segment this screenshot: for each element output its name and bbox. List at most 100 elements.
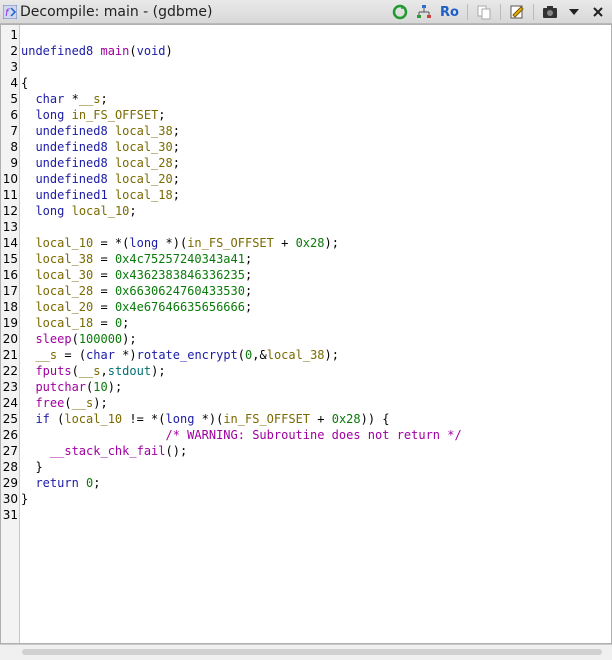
- close-icon[interactable]: [588, 2, 608, 22]
- code-token[interactable]: in_FS_OFFSET: [72, 108, 159, 122]
- code-text[interactable]: long local_10;: [21, 203, 136, 219]
- code-line[interactable]: 21 __s = (char *)rotate_encrypt(0,&local…: [1, 347, 611, 363]
- code-token[interactable]: free: [35, 396, 64, 410]
- code-line[interactable]: 6 long in_FS_OFFSET;: [1, 107, 611, 123]
- menu-dropdown-icon[interactable]: [564, 2, 584, 22]
- code-token[interactable]: local_20: [35, 300, 93, 314]
- graph-icon[interactable]: [414, 2, 434, 22]
- code-line[interactable]: 1: [1, 27, 611, 43]
- code-text[interactable]: local_20 = 0x4e67646635656666;: [21, 299, 252, 315]
- read-only-toggle[interactable]: Ro: [438, 2, 461, 22]
- code-text[interactable]: undefined8 local_20;: [21, 171, 180, 187]
- code-text[interactable]: /* WARNING: Subroutine does not return *…: [21, 427, 462, 443]
- code-text[interactable]: putchar(10);: [21, 379, 122, 395]
- code-token[interactable]: local_28: [35, 284, 93, 298]
- code-text[interactable]: return 0;: [21, 475, 100, 491]
- code-line[interactable]: 16 local_30 = 0x4362383846336235;: [1, 267, 611, 283]
- code-token[interactable]: fputs: [35, 364, 71, 378]
- code-text[interactable]: local_38 = 0x4c75257240343a41;: [21, 251, 252, 267]
- code-text[interactable]: undefined8 main(void): [21, 43, 173, 59]
- code-token[interactable]: in_FS_OFFSET: [223, 412, 310, 426]
- code-line[interactable]: 23 putchar(10);: [1, 379, 611, 395]
- code-text[interactable]: undefined8 local_38;: [21, 123, 180, 139]
- code-token[interactable]: local_38: [267, 348, 325, 362]
- code-line[interactable]: 5 char *__s;: [1, 91, 611, 107]
- code-line[interactable]: 13: [1, 219, 611, 235]
- code-text[interactable]: __stack_chk_fail();: [21, 443, 187, 459]
- code-line[interactable]: 11 undefined1 local_18;: [1, 187, 611, 203]
- code-line[interactable]: 2 undefined8 main(void): [1, 43, 611, 59]
- code-text[interactable]: local_28 = 0x6630624760433530;: [21, 283, 252, 299]
- code-token[interactable]: local_10: [72, 204, 130, 218]
- code-line[interactable]: 12 long local_10;: [1, 203, 611, 219]
- code-line[interactable]: 9 undefined8 local_28;: [1, 155, 611, 171]
- code-token[interactable]: local_18: [115, 188, 173, 202]
- code-token[interactable]: local_20: [115, 172, 173, 186]
- code-text[interactable]: undefined8 local_28;: [21, 155, 180, 171]
- copy-icon[interactable]: [474, 2, 494, 22]
- code-token[interactable]: local_10: [64, 412, 122, 426]
- code-line[interactable]: 22 fputs(__s,stdout);: [1, 363, 611, 379]
- decompiler-code-panel[interactable]: 1 2 undefined8 main(void) 3 4{5 char *__s; 6 …: [0, 24, 612, 644]
- code-token[interactable]: rotate_encrypt: [137, 348, 238, 362]
- code-line[interactable]: 31: [1, 507, 611, 523]
- code-token[interactable]: local_38: [115, 124, 173, 138]
- code-text[interactable]: long in_FS_OFFSET;: [21, 107, 165, 123]
- code-line[interactable]: 25 if (local_10 != *(long *)(in_FS_OFFSE…: [1, 411, 611, 427]
- code-token: undefined8: [35, 156, 108, 170]
- code-text[interactable]: }: [21, 491, 28, 507]
- code-token[interactable]: stdout: [108, 364, 151, 378]
- code-token[interactable]: local_38: [35, 252, 93, 266]
- code-line[interactable]: 29 return 0;: [1, 475, 611, 491]
- horizontal-scrollbar[interactable]: [0, 644, 612, 660]
- code-token[interactable]: local_18: [35, 316, 93, 330]
- code-line[interactable]: 20 sleep(100000);: [1, 331, 611, 347]
- scrollbar-thumb[interactable]: [22, 649, 602, 655]
- code-line[interactable]: 3: [1, 59, 611, 75]
- code-token[interactable]: __s: [79, 92, 101, 106]
- code-text[interactable]: undefined8 local_30;: [21, 139, 180, 155]
- code-line[interactable]: 15 local_38 = 0x4c75257240343a41;: [1, 251, 611, 267]
- code-text[interactable]: sleep(100000);: [21, 331, 136, 347]
- code-line[interactable]: 27 __stack_chk_fail();: [1, 443, 611, 459]
- code-text[interactable]: free(__s);: [21, 395, 107, 411]
- code-text[interactable]: {: [21, 75, 28, 91]
- code-token[interactable]: __s: [35, 348, 57, 362]
- code-line[interactable]: 4{: [1, 75, 611, 91]
- code-line[interactable]: 30}: [1, 491, 611, 507]
- snapshot-icon[interactable]: [540, 2, 560, 22]
- code-text[interactable]: }: [21, 459, 42, 475]
- code-line[interactable]: 8 undefined8 local_30;: [1, 139, 611, 155]
- code-line[interactable]: 19 local_18 = 0;: [1, 315, 611, 331]
- code-line[interactable]: 26 /* WARNING: Subroutine does not retur…: [1, 427, 611, 443]
- code-text[interactable]: fputs(__s,stdout);: [21, 363, 165, 379]
- code-text[interactable]: undefined1 local_18;: [21, 187, 180, 203]
- code-token[interactable]: __stack_chk_fail: [50, 444, 166, 458]
- code-text[interactable]: local_10 = *(long *)(in_FS_OFFSET + 0x28…: [21, 235, 338, 251]
- code-text[interactable]: local_18 = 0;: [21, 315, 129, 331]
- code-line[interactable]: 7 undefined8 local_38;: [1, 123, 611, 139]
- code-token[interactable]: local_30: [35, 268, 93, 282]
- code-token[interactable]: putchar: [35, 380, 86, 394]
- edit-icon[interactable]: [507, 2, 527, 22]
- code-text[interactable]: __s = (char *)rotate_encrypt(0,&local_38…: [21, 347, 339, 363]
- code-text[interactable]: local_30 = 0x4362383846336235;: [21, 267, 252, 283]
- code-line[interactable]: 14 local_10 = *(long *)(in_FS_OFFSET + 0…: [1, 235, 611, 251]
- code-line[interactable]: 28 }: [1, 459, 611, 475]
- code-token[interactable]: in_FS_OFFSET: [187, 236, 274, 250]
- code-token[interactable]: local_28: [115, 156, 173, 170]
- code-token[interactable]: sleep: [35, 332, 71, 346]
- code-token[interactable]: main: [100, 44, 129, 58]
- code-token[interactable]: local_30: [115, 140, 173, 154]
- code-token[interactable]: __s: [79, 364, 101, 378]
- code-text[interactable]: char *__s;: [21, 91, 107, 107]
- code-line[interactable]: 17 local_28 = 0x6630624760433530;: [1, 283, 611, 299]
- code-line[interactable]: 18 local_20 = 0x4e67646635656666;: [1, 299, 611, 315]
- code-token[interactable]: local_10: [35, 236, 93, 250]
- code-line[interactable]: 10 undefined8 local_20;: [1, 171, 611, 187]
- code-token[interactable]: __s: [72, 396, 94, 410]
- code-listing[interactable]: 1 2 undefined8 main(void) 3 4{5 char *__s; 6 …: [1, 27, 611, 523]
- code-line[interactable]: 24 free(__s);: [1, 395, 611, 411]
- code-text[interactable]: if (local_10 != *(long *)(in_FS_OFFSET +…: [21, 411, 389, 427]
- refresh-icon[interactable]: [390, 2, 410, 22]
